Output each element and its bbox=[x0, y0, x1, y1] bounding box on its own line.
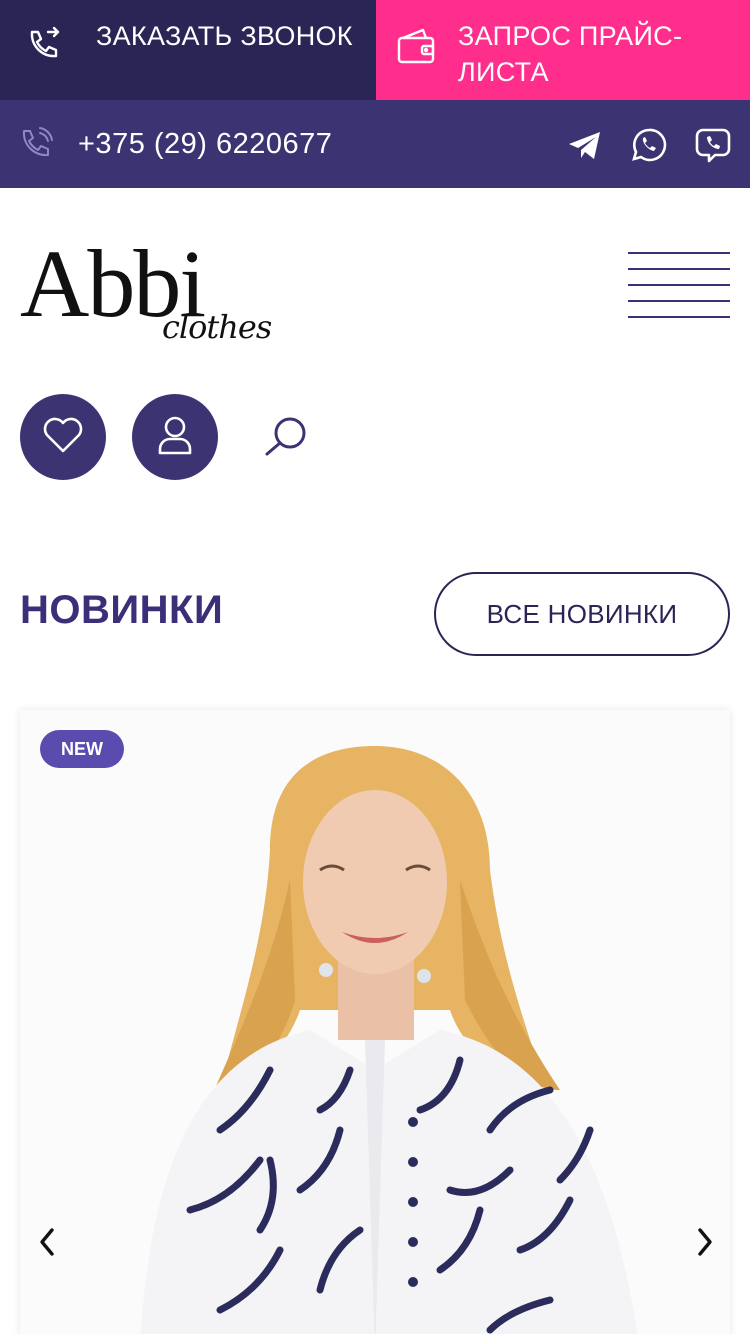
chevron-left-icon[interactable] bbox=[32, 1224, 62, 1260]
telegram-icon[interactable] bbox=[566, 126, 604, 164]
search-icon bbox=[258, 417, 316, 470]
price-request-label: ЗАПРОС ПРАЙС-ЛИСТА bbox=[458, 21, 683, 87]
whatsapp-icon[interactable] bbox=[630, 126, 668, 164]
search-button[interactable] bbox=[258, 408, 316, 466]
social-links bbox=[566, 126, 732, 164]
brand-logo[interactable]: Abbi clothes bbox=[20, 236, 282, 352]
price-request-button[interactable]: ЗАПРОС ПРАЙС-ЛИСТА bbox=[376, 0, 750, 100]
order-call-button[interactable]: ЗАКАЗАТЬ ЗВОНОК bbox=[0, 0, 376, 100]
product-card[interactable]: NEW bbox=[20, 710, 730, 1334]
all-new-button[interactable]: ВСЕ НОВИНКИ bbox=[434, 572, 730, 656]
wallet-icon bbox=[396, 26, 436, 66]
heart-icon bbox=[41, 415, 85, 460]
phone-callback-icon bbox=[24, 26, 64, 66]
phone-icon bbox=[18, 125, 56, 163]
user-icon bbox=[155, 413, 195, 462]
account-button[interactable] bbox=[132, 394, 218, 480]
hamburger-icon[interactable] bbox=[628, 252, 730, 318]
contact-bar: +375 (29) 6220677 bbox=[0, 100, 750, 188]
favorites-button[interactable] bbox=[20, 394, 106, 480]
viber-icon[interactable] bbox=[694, 126, 732, 164]
chevron-right-icon[interactable] bbox=[690, 1224, 720, 1260]
new-badge: NEW bbox=[40, 730, 124, 768]
product-photo[interactable] bbox=[20, 710, 730, 1334]
section-title: НОВИНКИ bbox=[20, 588, 224, 632]
top-action-bar: ЗАКАЗАТЬ ЗВОНОК ЗАПРОС ПРАЙС-ЛИСТА bbox=[0, 0, 750, 100]
order-call-label: ЗАКАЗАТЬ ЗВОНОК bbox=[96, 21, 353, 51]
logo-subtitle: clothes bbox=[162, 308, 272, 346]
phone-number-link[interactable]: +375 (29) 6220677 bbox=[78, 128, 332, 161]
